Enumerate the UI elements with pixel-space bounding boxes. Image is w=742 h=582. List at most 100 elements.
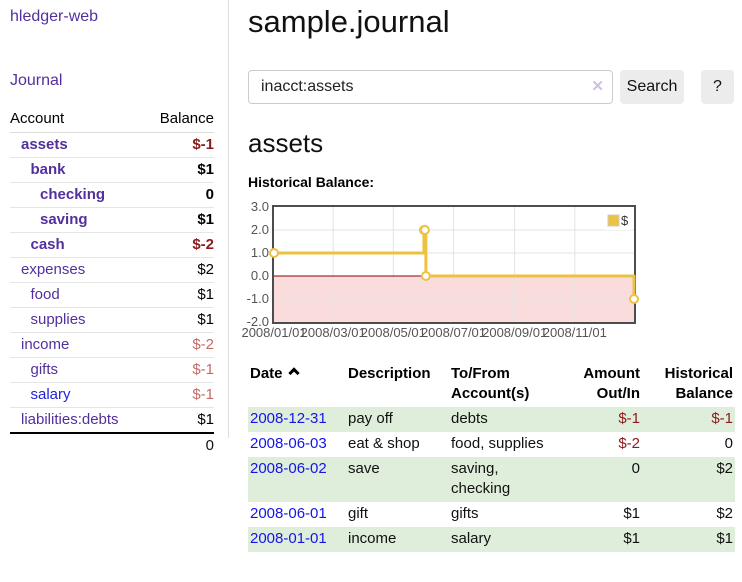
transaction-row: 2008-01-01incomesalary$1$1 xyxy=(248,527,735,552)
account-name-cell: saving xyxy=(10,208,112,233)
app-brand-link[interactable]: hledger-web xyxy=(10,8,228,25)
account-link[interactable]: income xyxy=(21,336,69,353)
account-link[interactable]: saving xyxy=(40,211,88,228)
account-link[interactable]: supplies xyxy=(31,311,86,328)
svg-text:2008/03/01: 2008/03/01 xyxy=(301,325,366,340)
account-balance: $1 xyxy=(112,308,214,333)
account-row: supplies $1 xyxy=(10,308,214,333)
account-row: expenses $2 xyxy=(10,258,214,283)
svg-text:2008/05/01: 2008/05/01 xyxy=(361,325,426,340)
sidebar: hledger-web Journal Account Balance asse… xyxy=(0,0,229,438)
legend-label: $ xyxy=(621,213,629,228)
chart-canvas[interactable]: 3.02.01.00.0-1.0-2.02008/01/012008/03/01… xyxy=(248,200,742,345)
transaction-accounts: saving, checking xyxy=(449,457,559,502)
search-input-wrap: ✕ xyxy=(248,70,613,104)
account-row: food $1 xyxy=(10,283,214,308)
date-header-label: Date xyxy=(250,365,283,382)
account-row: assets$-1 xyxy=(10,133,214,158)
register-table: Date Description To/From Account(s) Amou… xyxy=(248,362,735,552)
account-balance: $2 xyxy=(112,258,214,283)
transaction-date-cell: 2008-01-01 xyxy=(248,527,346,552)
legend-swatch-icon xyxy=(608,215,619,226)
account-row: saving$1 xyxy=(10,208,214,233)
historical-balance-chart[interactable]: 3.02.01.00.0-1.0-2.02008/01/012008/03/01… xyxy=(248,200,742,345)
accounts-column-header: To/From Account(s) xyxy=(449,362,559,407)
sort-ascending-icon xyxy=(288,367,299,378)
account-link[interactable]: salary xyxy=(31,386,71,403)
account-balance: $1 xyxy=(112,158,214,183)
account-column-header: Account xyxy=(10,108,112,133)
accounts-table: Account Balance assets$-1bank$1checking0… xyxy=(10,108,214,458)
transaction-row: 2008-06-03eat & shopfood, supplies$-20 xyxy=(248,432,735,457)
search-button[interactable]: Search xyxy=(620,70,684,104)
transaction-date-link[interactable]: 2008-12-31 xyxy=(250,410,327,427)
account-row: salary$-1 xyxy=(10,383,214,408)
search-input[interactable] xyxy=(248,70,613,104)
transaction-balance: 0 xyxy=(642,432,735,457)
account-name-cell: expenses xyxy=(10,258,112,283)
transaction-balance: $2 xyxy=(642,457,735,502)
transaction-date-link[interactable]: 2008-01-01 xyxy=(250,530,327,547)
amount-column-header: Amount Out/In xyxy=(559,362,642,407)
account-name-cell: salary xyxy=(10,383,112,408)
transaction-date-cell: 2008-06-01 xyxy=(248,502,346,527)
transaction-amount: $1 xyxy=(559,502,642,527)
transaction-amount: $1 xyxy=(559,527,642,552)
svg-text:0.0: 0.0 xyxy=(251,268,269,283)
svg-text:1.0: 1.0 xyxy=(251,245,269,260)
total-spacer-cell xyxy=(10,433,112,458)
transaction-accounts: salary xyxy=(449,527,559,552)
date-column-header[interactable]: Date xyxy=(248,362,346,407)
svg-text:2008/07/01: 2008/07/01 xyxy=(421,325,486,340)
account-balance: $-1 xyxy=(112,358,214,383)
account-name-cell: gifts xyxy=(10,358,112,383)
account-name-cell: supplies xyxy=(10,308,112,333)
help-button[interactable]: ? xyxy=(701,70,734,104)
transaction-date-link[interactable]: 2008-06-01 xyxy=(250,505,327,522)
transaction-date-cell: 2008-06-02 xyxy=(248,457,346,502)
account-row: bank $1 xyxy=(10,158,214,183)
account-link[interactable]: expenses xyxy=(21,261,85,278)
transaction-accounts: gifts xyxy=(449,502,559,527)
account-name-cell: bank xyxy=(10,158,112,183)
transaction-amount: $-2 xyxy=(559,432,642,457)
transaction-description: eat & shop xyxy=(346,432,449,457)
sidebar-item-journal[interactable]: Journal xyxy=(10,72,228,89)
transaction-description: pay off xyxy=(346,407,449,432)
account-link[interactable]: liabilities:debts xyxy=(21,411,119,428)
svg-text:-1.0: -1.0 xyxy=(247,291,269,306)
account-name-cell: assets xyxy=(10,133,112,158)
account-link[interactable]: checking xyxy=(40,186,105,203)
description-column-header: Description xyxy=(346,362,449,407)
register-table-header: Date Description To/From Account(s) Amou… xyxy=(248,362,735,407)
search-bar: ✕ Search ? xyxy=(248,70,742,104)
transaction-date-link[interactable]: 2008-06-02 xyxy=(250,460,327,477)
svg-text:2008/09/01: 2008/09/01 xyxy=(482,325,547,340)
transaction-amount: $-1 xyxy=(559,407,642,432)
transaction-row: 2008-06-01giftgifts$1$2 xyxy=(248,502,735,527)
account-balance: $1 xyxy=(112,283,214,308)
balance-column-header: Balance xyxy=(112,108,214,133)
account-link[interactable]: cash xyxy=(31,236,65,253)
svg-text:2.0: 2.0 xyxy=(251,222,269,237)
account-row: cash $-2 xyxy=(10,233,214,258)
transaction-description: save xyxy=(346,457,449,502)
transaction-date-link[interactable]: 2008-06-03 xyxy=(250,435,327,452)
account-name-cell: checking xyxy=(10,183,112,208)
account-link[interactable]: assets xyxy=(21,136,68,153)
transaction-accounts: debts xyxy=(449,407,559,432)
transaction-balance: $-1 xyxy=(642,407,735,432)
transaction-description: income xyxy=(346,527,449,552)
balance-column-header: Historical Balance xyxy=(642,362,735,407)
account-balance: $-2 xyxy=(112,233,214,258)
account-link[interactable]: gifts xyxy=(31,361,59,378)
transaction-row: 2008-06-02savesaving, checking0$2 xyxy=(248,457,735,502)
accounts-table-header: Account Balance xyxy=(10,108,214,133)
account-row: checking 0 xyxy=(10,183,214,208)
transaction-balance: $2 xyxy=(642,502,735,527)
account-balance: 0 xyxy=(112,183,214,208)
chart-caption: Historical Balance: xyxy=(248,174,742,190)
account-link[interactable]: food xyxy=(31,286,60,303)
account-link[interactable]: bank xyxy=(31,161,66,178)
clear-search-icon[interactable]: ✕ xyxy=(591,77,604,95)
